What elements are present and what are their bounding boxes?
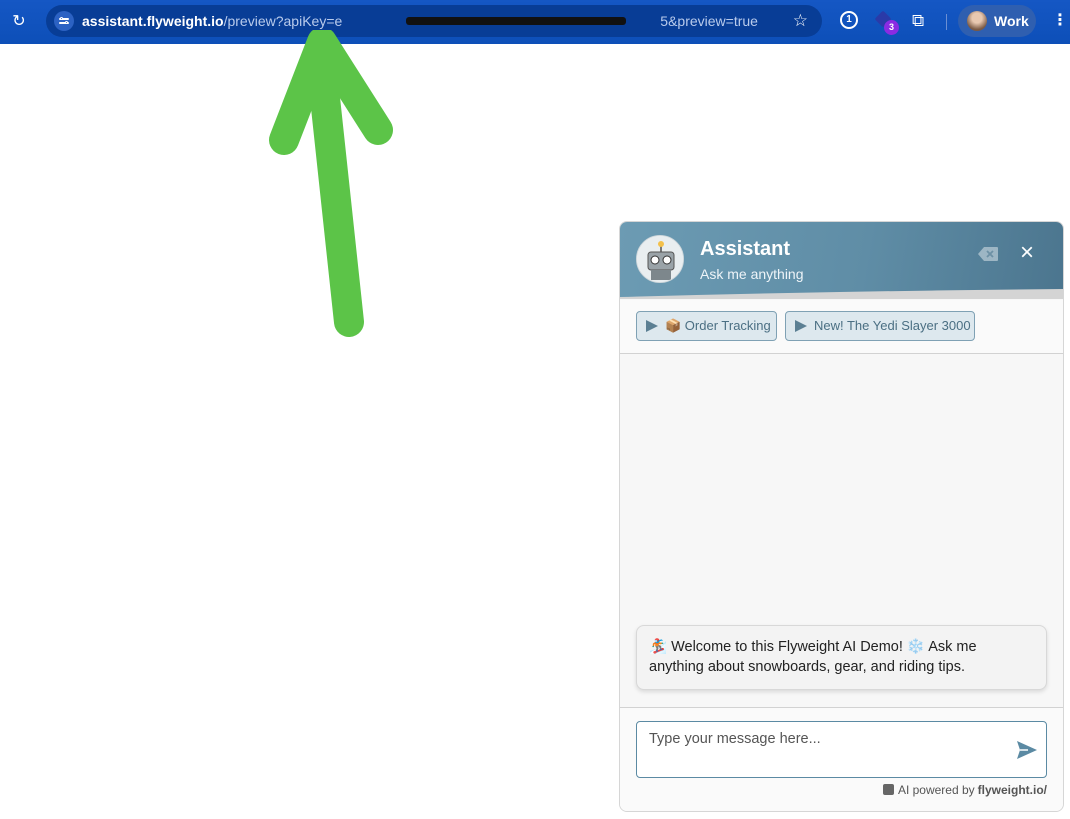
powered-by: AI powered by flyweight.io/ <box>620 783 1047 797</box>
send-arrow-icon <box>646 320 658 332</box>
chip-label: New! The Yedi Slayer 3000 <box>814 318 971 333</box>
password-manager-icon[interactable]: 1 <box>840 11 858 29</box>
more-menu-icon[interactable]: ⋮ <box>1052 10 1068 30</box>
powered-prefix: AI powered by <box>897 783 975 797</box>
close-icon[interactable]: × <box>1016 241 1038 265</box>
chip-label: 📦 Order Tracking <box>665 318 771 333</box>
extension-badge: 3 <box>884 20 899 35</box>
message-input-box[interactable] <box>636 721 1047 778</box>
chat-title: Assistant <box>700 238 791 260</box>
send-arrow-icon <box>795 320 807 332</box>
redaction-mark <box>406 17 626 25</box>
chat-header: Assistant Ask me anything × <box>620 222 1063 299</box>
site-settings-icon[interactable] <box>54 11 74 31</box>
url-path: /preview?apiKey=e <box>223 13 343 29</box>
address-bar[interactable]: assistant.flyweight.io/preview?apiKey=e 5… <box>46 5 822 37</box>
avatar <box>967 11 987 31</box>
robot-avatar-icon <box>636 235 684 283</box>
browser-toolbar: ↻ assistant.flyweight.io/preview?apiKey=… <box>0 0 1070 44</box>
extension-icon[interactable]: 3 <box>874 10 899 35</box>
suggestion-chips: 📦 Order Tracking New! The Yedi Slayer 30… <box>620 300 1063 354</box>
chat-widget: Assistant Ask me anything × 📦 Order Trac… <box>619 221 1064 812</box>
brand-logo-icon <box>882 784 894 795</box>
header-wave <box>620 289 1063 299</box>
chat-subtitle: Ask me anything <box>700 266 804 282</box>
chip-order-tracking[interactable]: 📦 Order Tracking <box>636 311 777 341</box>
url-host: assistant.flyweight.io <box>82 13 224 29</box>
welcome-message: 🏂 Welcome to this Flyweight AI Demo! ❄️ … <box>636 625 1047 690</box>
annotation-arrow-icon <box>269 30 393 337</box>
url-tail: 5&preview=true <box>660 13 758 29</box>
toolbar-divider <box>946 14 947 30</box>
composer: AI powered byflyweight.io/ <box>620 707 1063 811</box>
send-icon[interactable] <box>1015 738 1039 762</box>
powered-brand[interactable]: flyweight.io/ <box>978 783 1047 797</box>
clear-chat-icon[interactable] <box>977 246 999 262</box>
bookmark-star-icon[interactable]: ☆ <box>793 11 808 31</box>
profile-button[interactable]: Work <box>958 5 1036 37</box>
chip-yedi-slayer[interactable]: New! The Yedi Slayer 3000 <box>785 311 975 341</box>
reload-icon[interactable]: ↻ <box>8 11 30 33</box>
puzzle-icon[interactable]: ⧉ <box>912 11 924 31</box>
profile-label: Work <box>994 13 1029 29</box>
message-input[interactable] <box>649 731 999 771</box>
